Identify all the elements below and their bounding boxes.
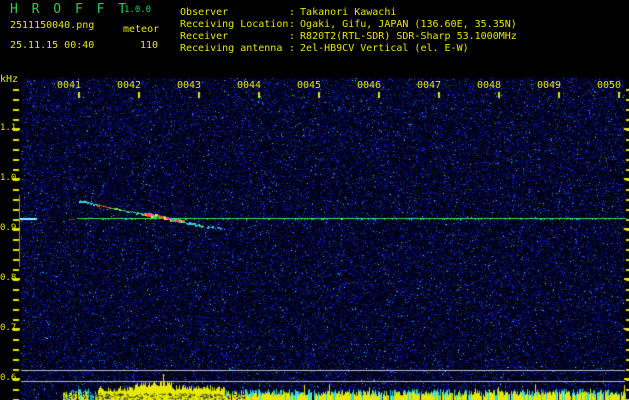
freq-tick-label: 0.6 <box>0 373 17 383</box>
info-label: Observer <box>180 7 229 18</box>
info-colon: : <box>289 31 296 42</box>
app-version: 1.0.0 <box>124 5 152 15</box>
info-colon: : <box>289 7 296 18</box>
time-tick-label: 0046 <box>356 80 382 91</box>
time-tick-label: 0048 <box>476 80 502 91</box>
info-row-receiver: Receiver: R820T2(RTL-SDR) SDR-Sharp 53.10… <box>180 31 517 42</box>
freq-tick-label: 1.1 <box>0 123 17 133</box>
observation-datetime: 25.11.15 00:40 <box>10 40 95 51</box>
output-filename: 2511150040.png <box>10 20 95 31</box>
observation-mode-label: meteor <box>123 24 160 35</box>
info-label: Receiver <box>180 31 229 42</box>
hrofft-window: H R O F F T 1.0.0 2511150040.png meteor … <box>0 0 629 400</box>
time-tick-label: 0041 <box>56 80 82 91</box>
info-colon: : <box>289 19 296 30</box>
time-tick-label: 0049 <box>536 80 562 91</box>
freq-tick-label: 0.9 <box>0 223 17 233</box>
freq-tick-label: 1.0 <box>0 173 17 183</box>
info-value: Ogaki, Gifu, JAPAN (136.60E, 35.35N) <box>300 19 517 30</box>
echo-count: 110 <box>140 40 159 51</box>
info-value: R820T2(RTL-SDR) SDR-Sharp 53.1000MHz <box>300 31 517 42</box>
info-value: Takanori Kawachi <box>300 7 397 18</box>
time-tick-label: 0045 <box>296 80 322 91</box>
info-row-location: Receiving Location: Ogaki, Gifu, JAPAN (1… <box>180 19 517 30</box>
spectrogram-canvas <box>0 74 629 400</box>
freq-tick-label: 0.8 <box>0 273 17 283</box>
info-row-antenna: Receiving antenna:2el-HB9CV Vertical (el… <box>180 43 469 54</box>
info-label: Receiving antenna <box>180 43 283 54</box>
time-tick-label: 0050 <box>596 80 622 91</box>
info-colon: : <box>289 43 296 54</box>
time-tick-label: 0047 <box>416 80 442 91</box>
time-tick-label: 0043 <box>176 80 202 91</box>
freq-tick-label: 0.7 <box>0 323 17 333</box>
time-tick-label: 0042 <box>116 80 142 91</box>
freq-unit-label: kHz <box>0 74 19 85</box>
app-title: H R O F F T <box>10 2 130 17</box>
time-tick-label: 0044 <box>236 80 262 91</box>
info-value: 2el-HB9CV Vertical (el. E-W) <box>300 43 469 54</box>
info-label: Receiving Location <box>180 19 289 30</box>
info-row-observer: Observer: Takanori Kawachi <box>180 7 396 18</box>
